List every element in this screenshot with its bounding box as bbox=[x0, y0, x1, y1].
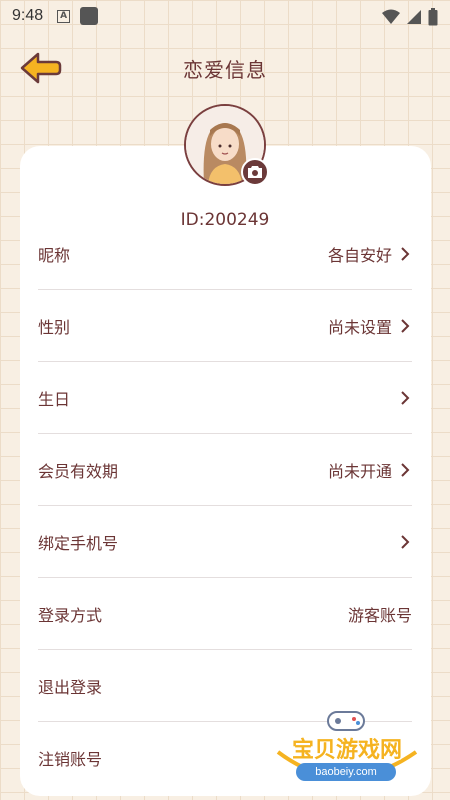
status-bar: 9:48 A bbox=[0, 0, 450, 32]
row-label: 昵称 bbox=[38, 245, 71, 265]
row-membership[interactable]: 会员有效期 尚未开通 bbox=[38, 434, 412, 506]
row-label: 性别 bbox=[38, 317, 71, 337]
row-gender[interactable]: 性别 尚未设置 bbox=[38, 290, 412, 362]
gamepad-icon bbox=[327, 711, 365, 731]
watermark-url: baobeiy.com bbox=[296, 763, 396, 781]
chevron-right-icon bbox=[401, 462, 410, 477]
arrow-left-icon bbox=[20, 52, 62, 84]
avatar-container[interactable] bbox=[184, 104, 269, 186]
chevron-right-icon bbox=[401, 318, 410, 333]
camera-button[interactable] bbox=[241, 158, 269, 186]
row-value: 尚未设置 bbox=[327, 317, 392, 337]
row-bind-phone[interactable]: 绑定手机号 bbox=[38, 506, 412, 578]
battery-icon bbox=[428, 8, 438, 26]
row-label: 注销账号 bbox=[38, 750, 103, 769]
cellular-icon bbox=[407, 10, 421, 24]
row-login-method: 登录方式 游客账号 bbox=[38, 578, 412, 650]
status-icons bbox=[382, 8, 438, 26]
a-letter-icon: A bbox=[57, 9, 71, 23]
row-nickname[interactable]: 昵称 各自安好 bbox=[38, 218, 412, 290]
row-label: 会员有效期 bbox=[38, 461, 119, 481]
row-value: 各自安好 bbox=[327, 245, 392, 265]
header: 恋爱信息 bbox=[0, 42, 450, 94]
row-value: 游客账号 bbox=[347, 605, 412, 625]
row-label: 登录方式 bbox=[38, 605, 103, 625]
row-label: 生日 bbox=[38, 389, 71, 409]
back-button[interactable] bbox=[18, 50, 62, 86]
chevron-right-icon bbox=[401, 246, 410, 261]
chevron-right-icon bbox=[401, 390, 410, 405]
status-time: 9:48 bbox=[12, 7, 44, 24]
chevron-right-icon bbox=[401, 534, 410, 549]
page-title: 恋爱信息 bbox=[183, 57, 267, 82]
row-value: 尚未开通 bbox=[327, 461, 392, 481]
watermark-text: 宝贝游戏网 bbox=[291, 738, 402, 763]
camera-icon bbox=[248, 166, 262, 178]
app-notification-icon bbox=[80, 7, 99, 25]
row-label: 绑定手机号 bbox=[38, 533, 119, 553]
wifi-icon bbox=[382, 9, 400, 24]
row-label: 退出登录 bbox=[38, 677, 103, 697]
watermark: 宝贝游戏网 baobeiy.com bbox=[272, 702, 422, 792]
row-birthday[interactable]: 生日 bbox=[38, 362, 412, 434]
